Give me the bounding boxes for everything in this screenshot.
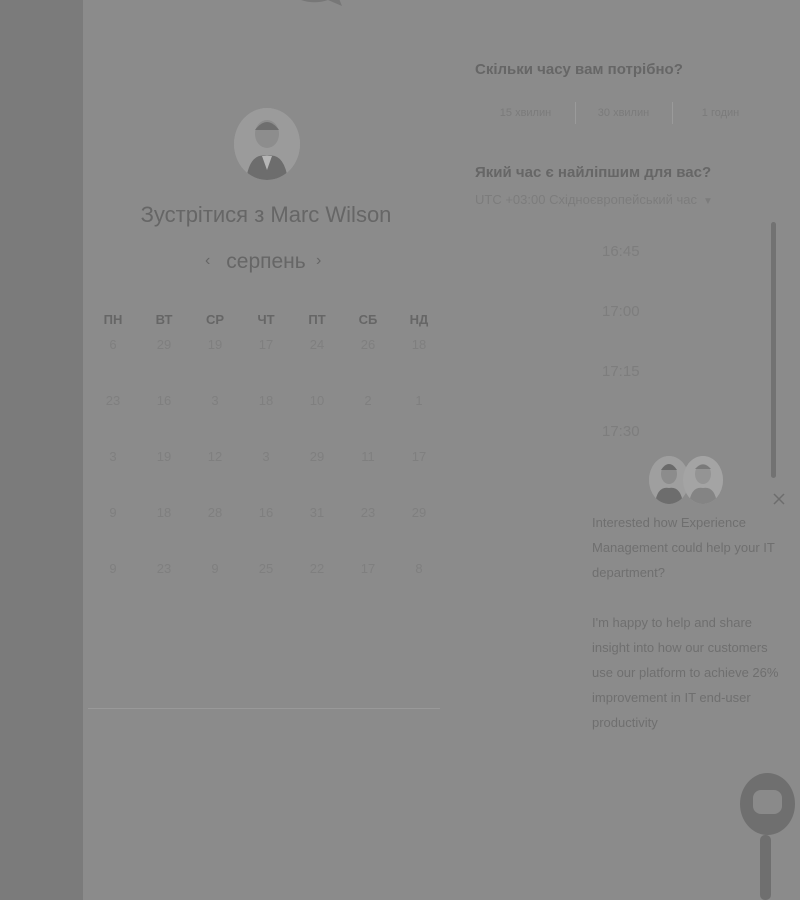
calendar-day[interactable]: 6 — [93, 337, 133, 352]
month-navigation: ‹ серпень › — [200, 250, 332, 278]
calendar-day[interactable]: 28 — [195, 505, 235, 520]
left-rail — [0, 0, 83, 900]
chevron-down-icon: ▼ — [702, 196, 713, 207]
calendar-day[interactable]: 19 — [195, 337, 235, 352]
calendar-day[interactable]: 31 — [297, 505, 337, 520]
calendar-day[interactable]: 22 — [297, 561, 337, 576]
agent-avatar — [683, 456, 723, 504]
duration-question: Скільки часу вам потрібно? — [475, 61, 683, 78]
calendar-week-row: 9 18 28 16 31 23 29 — [88, 505, 444, 527]
chat-message: Interested how Experience Management cou… — [592, 515, 775, 580]
duration-option-30[interactable]: 30 хвилин — [575, 102, 671, 124]
calendar-day[interactable]: 23 — [348, 505, 388, 520]
timezone-label: UTC +03:00 Східноєвропейський час — [475, 192, 697, 207]
calendar-week-row: 3 19 12 3 29 11 17 — [88, 449, 444, 471]
close-icon[interactable] — [772, 492, 786, 506]
calendar-week-row: 9 23 9 25 22 17 8 — [88, 561, 444, 583]
calendar-day[interactable]: 3 — [195, 393, 235, 408]
weekday-label: ПН — [103, 312, 123, 327]
chat-launcher-tail — [760, 835, 771, 900]
chat-message: I'm happy to help and share insight into… — [592, 615, 779, 730]
calendar-day[interactable]: 26 — [348, 337, 388, 352]
calendar-day[interactable]: 12 — [195, 449, 235, 464]
host-avatar — [234, 108, 300, 180]
chat-bubble-icon — [753, 790, 782, 814]
weekday-label: СБ — [358, 312, 378, 327]
weekday-label: СР — [205, 312, 225, 327]
time-slot[interactable]: 16:45 — [602, 243, 640, 260]
calendar-day[interactable]: 16 — [246, 505, 286, 520]
time-slot[interactable]: 17:00 — [602, 303, 640, 320]
calendar-week-row: 6 29 19 17 24 26 18 — [88, 337, 444, 359]
chat-launcher-button[interactable] — [740, 773, 795, 835]
calendar-day[interactable]: 3 — [93, 449, 133, 464]
calendar-day[interactable]: 3 — [246, 449, 286, 464]
calendar-day[interactable]: 9 — [93, 505, 133, 520]
time-slot[interactable]: 17:15 — [602, 363, 640, 380]
person-avatar-icon — [234, 108, 300, 180]
calendar-day[interactable]: 18 — [144, 505, 184, 520]
weekday-label: ЧТ — [257, 312, 275, 327]
calendar-day[interactable]: 18 — [246, 393, 286, 408]
calendar-day[interactable]: 9 — [93, 561, 133, 576]
calendar-day[interactable]: 2 — [348, 393, 388, 408]
calendar-day[interactable]: 11 — [348, 449, 388, 464]
calendar-day[interactable]: 18 — [399, 337, 439, 352]
person-avatar-icon — [683, 456, 723, 504]
month-label: серпень — [226, 250, 306, 273]
calendar-day[interactable]: 9 — [195, 561, 235, 576]
weekday-label: ПТ — [308, 312, 326, 327]
calendar-day[interactable]: 17 — [399, 449, 439, 464]
weekday-label: ВТ — [155, 312, 173, 327]
duration-option-60[interactable]: 1 годин — [672, 102, 768, 124]
calendar-day[interactable]: 23 — [144, 561, 184, 576]
calendar-day[interactable]: 10 — [297, 393, 337, 408]
calendar-day[interactable]: 17 — [348, 561, 388, 576]
calendar-day[interactable]: 29 — [399, 505, 439, 520]
weekday-label: НД — [409, 312, 429, 327]
calendar-day[interactable]: 29 — [297, 449, 337, 464]
calendar-weekdays: ПН ВТ СР ЧТ ПТ СБ НД — [88, 312, 444, 334]
chevron-right-icon[interactable]: › — [316, 252, 321, 270]
chat-agent-avatars — [649, 456, 725, 504]
calendar-day[interactable]: 1 — [399, 393, 439, 408]
timezone-select[interactable]: UTC +03:00 Східноєвропейський час ▼ — [475, 192, 713, 207]
calendar-day[interactable]: 29 — [144, 337, 184, 352]
duration-option-15[interactable]: 15 хвилин — [478, 102, 573, 124]
calendar-day[interactable]: 8 — [399, 561, 439, 576]
calendar-day[interactable]: 19 — [144, 449, 184, 464]
calendar-day[interactable]: 16 — [144, 393, 184, 408]
time-slots-scrollbar[interactable] — [771, 222, 776, 478]
calendar-day[interactable]: 23 — [93, 393, 133, 408]
duration-options: 15 хвилин 30 хвилин 1 годин — [475, 102, 775, 124]
time-question: Який час є найліпшим для вас? — [475, 164, 712, 181]
calendar-day[interactable]: 24 — [297, 337, 337, 352]
time-slot[interactable]: 17:30 — [602, 423, 640, 440]
calendar-day[interactable]: 25 — [246, 561, 286, 576]
calendar-day[interactable]: 17 — [246, 337, 286, 352]
chevron-left-icon[interactable]: ‹ — [205, 252, 210, 270]
meeting-title: Зустрітися з Marc Wilson — [140, 202, 392, 227]
calendar-week-row: 23 16 3 18 10 2 1 — [88, 393, 444, 415]
